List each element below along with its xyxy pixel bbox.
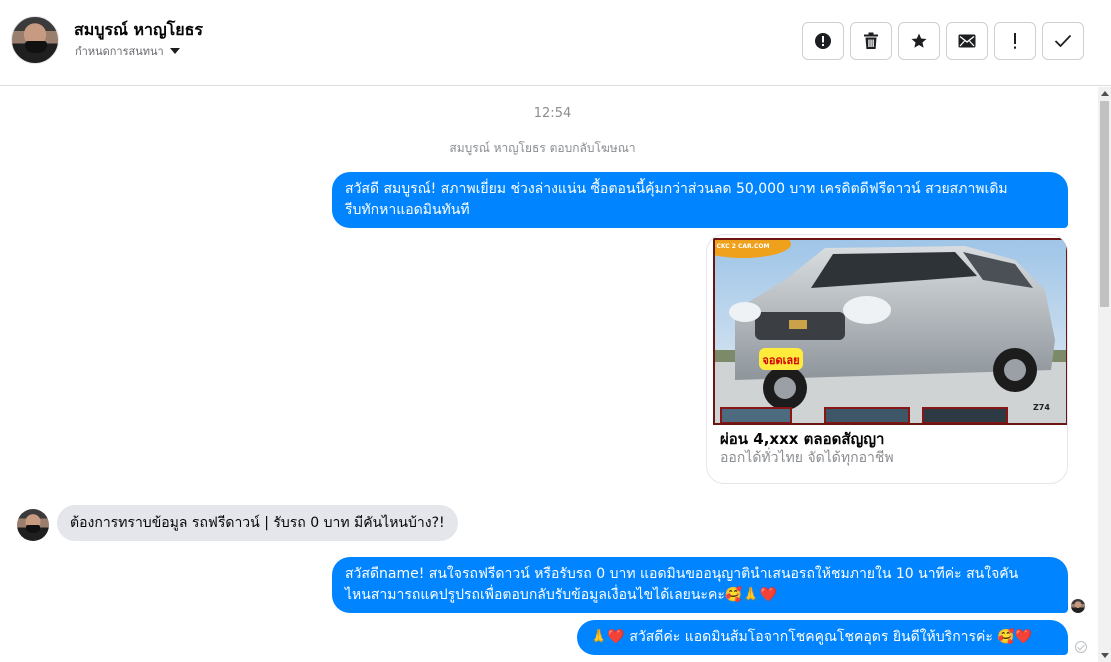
scroll-down-icon[interactable] — [1101, 653, 1109, 658]
customer-avatar[interactable] — [17, 509, 49, 541]
ad-car-image: CKC 2 CAR.COM จอดเลย Z74 — [713, 238, 1067, 425]
message-thread: 12:54 สมบูรณ์ หาญโยธร ตอบกลับโฆษณา สวัสด… — [0, 87, 1098, 662]
star-icon — [911, 33, 927, 48]
scroll-up-icon[interactable] — [1101, 91, 1109, 96]
follow-up-button[interactable] — [994, 22, 1036, 60]
ad-reply-note: สมบูรณ์ หาญโยธร ตอบกลับโฆษณา — [449, 141, 636, 155]
message-timestamp: 12:54 — [533, 106, 572, 121]
conversation-toolbar — [802, 22, 1084, 60]
outgoing-message[interactable]: สวัสดีname! สนใจรถฟรีดาวน์ หรือรับรถ 0 บ… — [332, 557, 1068, 613]
done-button[interactable] — [1042, 22, 1084, 60]
seen-avatar-icon — [1071, 599, 1085, 613]
caret-down-icon — [169, 48, 180, 54]
star-button[interactable] — [898, 22, 940, 60]
sent-check-icon — [1075, 641, 1087, 653]
contact-avatar[interactable] — [11, 16, 59, 64]
contact-name[interactable]: สมบูรณ์ หาญโยธร — [74, 18, 203, 43]
ad-logo-text: CKC 2 CAR.COM — [716, 243, 769, 250]
delete-button[interactable] — [850, 22, 892, 60]
envelope-icon — [958, 34, 976, 48]
conversation-header: สมบูรณ์ หาญโยธร กำหนดการสนทนา — [0, 0, 1111, 86]
exclamation-icon — [1014, 33, 1016, 49]
ad-plate-text: Z74 — [1033, 403, 1050, 412]
check-icon — [1054, 34, 1072, 48]
car-photo: CKC 2 CAR.COM จอดเลย Z74 — [715, 240, 1066, 423]
assign-conversation-dropdown[interactable]: กำหนดการสนทนา — [75, 42, 180, 60]
ad-card-subtitle: ออกได้ทั่วไทย จัดได้ทุกอาชีพ — [720, 450, 894, 466]
ad-sticker-text: จอดเลย — [762, 354, 799, 367]
thread-scrollbar[interactable] — [1098, 87, 1111, 662]
ad-card[interactable]: CKC 2 CAR.COM จอดเลย Z74 ผ่อน 4,xxx ตลอด… — [706, 234, 1068, 484]
alert-icon — [815, 33, 831, 49]
assign-label: กำหนดการสนทนา — [75, 45, 164, 58]
outgoing-message[interactable]: สวัสดี สมบูรณ์! สภาพเยี่ยม ช่วงล่างแน่น … — [332, 172, 1068, 228]
mark-unread-button[interactable] — [946, 22, 988, 60]
scroll-thumb[interactable] — [1100, 101, 1109, 307]
trash-icon — [864, 32, 878, 49]
outgoing-message[interactable]: 🙏❤️ สวัสดีค่ะ แอดมินส้มโอจากโชคคูณโชคอุด… — [577, 620, 1068, 655]
incoming-message[interactable]: ต้องการทราบข้อมูล รถฟรีดาวน์ | รับรถ 0 บ… — [57, 505, 458, 541]
spam-button[interactable] — [802, 22, 844, 60]
